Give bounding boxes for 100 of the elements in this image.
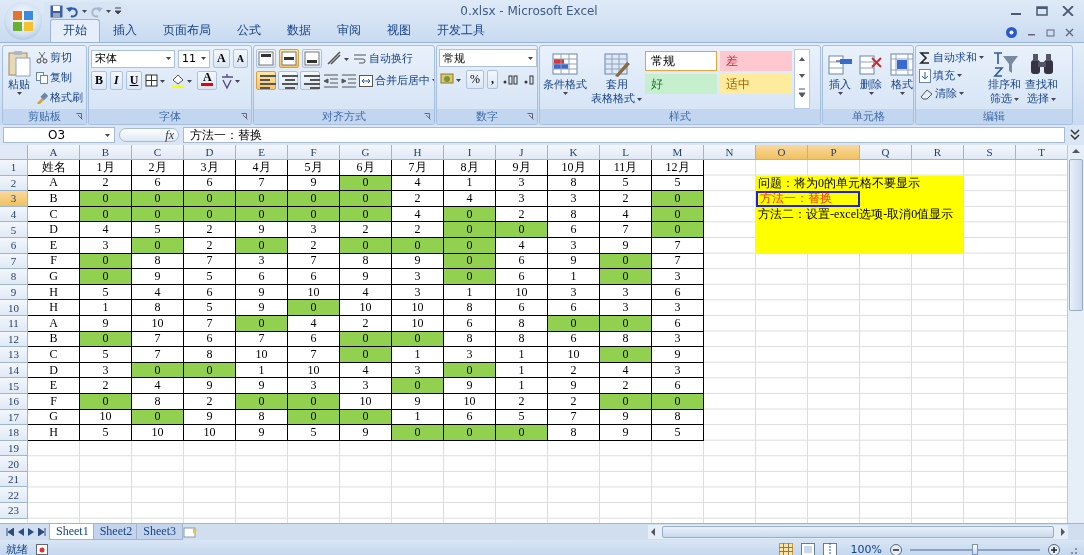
row-header[interactable]: 18	[0, 425, 28, 441]
table-cell: 6	[652, 378, 704, 394]
conditional-format-button[interactable]: 条件格式	[542, 49, 588, 109]
column-header[interactable]: J	[496, 145, 548, 160]
row-header[interactable]: 8	[0, 269, 28, 285]
column-header[interactable]: H	[392, 145, 444, 160]
column-header[interactable]: O	[756, 145, 808, 160]
table-cell: D	[28, 222, 80, 238]
row-header[interactable]: 10	[0, 300, 28, 316]
table-cell: 9	[340, 425, 392, 441]
italic-button[interactable]: I	[110, 71, 123, 90]
cells-action-button[interactable]: 删除	[856, 49, 886, 96]
font-name-dropdown[interactable]: 宋体	[91, 49, 175, 68]
font-size-dropdown[interactable]: 11	[178, 49, 210, 68]
table-cell: 3	[444, 347, 496, 363]
table-cell: 3	[600, 300, 652, 316]
insert-function-button[interactable]: fx	[119, 128, 179, 142]
table-cell: 3	[288, 222, 340, 238]
fill-button[interactable]: 填充	[918, 67, 985, 84]
group-label: 样式	[669, 109, 691, 124]
sort-filter-button[interactable]: 排序和 筛选	[987, 49, 1022, 109]
zoom-level[interactable]: 100%	[850, 543, 882, 555]
underline-button[interactable]: U	[125, 71, 143, 90]
table-cell: 1	[392, 347, 444, 363]
column-header[interactable]: C	[132, 145, 184, 160]
merge-center-button[interactable]: 合并后居中	[358, 72, 434, 89]
ribbon-tab[interactable]: 公式	[224, 19, 274, 42]
table-cell: 5	[184, 300, 236, 316]
ribbon-tab[interactable]: 数据	[274, 19, 324, 42]
row-header[interactable]: 15	[0, 378, 28, 394]
ribbon-tab[interactable]: 开始	[50, 19, 100, 42]
column-header[interactable]: F	[288, 145, 340, 160]
cells-action-button[interactable]: 插入	[825, 49, 855, 96]
column-header[interactable]: S	[964, 145, 1016, 160]
font-color-button[interactable]: A	[197, 71, 218, 90]
find-select-button[interactable]: 查找和 选择	[1024, 49, 1059, 109]
table-cell: 1月	[80, 160, 132, 176]
ribbon-tab[interactable]: 审阅	[324, 19, 374, 42]
cell-style-option[interactable]: 好	[645, 74, 717, 94]
column-header[interactable]: K	[548, 145, 600, 160]
column-header[interactable]: G	[340, 145, 392, 160]
table-cell: 9	[236, 222, 288, 238]
column-header[interactable]: Q	[860, 145, 912, 160]
row-header[interactable]: 13	[0, 347, 28, 363]
column-header[interactable]: A	[28, 145, 80, 160]
name-box[interactable]: O3	[3, 127, 115, 143]
bold-button[interactable]: B	[91, 71, 107, 90]
table-cell: 4	[132, 378, 184, 394]
formula-field[interactable]: 方法一：替换	[183, 127, 1065, 143]
row-header[interactable]: 3	[0, 191, 28, 207]
column-header[interactable]: L	[600, 145, 652, 160]
number-format-dropdown[interactable]: 常规	[439, 49, 537, 67]
row-header[interactable]: 5	[0, 222, 28, 238]
clipboard-action-button[interactable]: 剪切	[35, 49, 84, 66]
ribbon-tab[interactable]: 视图	[374, 19, 424, 42]
column-header[interactable]: P	[808, 145, 860, 160]
clear-button[interactable]: 清除	[918, 85, 985, 102]
sheet-tab[interactable]: Sheet3	[136, 524, 183, 540]
table-cell: 10月	[548, 160, 600, 176]
row-header[interactable]: 20	[0, 456, 28, 472]
wrap-text-button[interactable]: 自动换行	[352, 50, 414, 67]
column-header[interactable]: D	[184, 145, 236, 160]
grow-font-button[interactable]: A	[213, 49, 230, 68]
row-header[interactable]: 22	[0, 487, 28, 504]
column-header[interactable]: R	[912, 145, 964, 160]
paste-button[interactable]: 粘贴	[5, 49, 33, 109]
cell-style-option[interactable]: 常规	[645, 51, 717, 71]
column-header[interactable]: T	[1016, 145, 1067, 160]
sheet-tab[interactable]: Sheet1	[49, 524, 96, 540]
table-cell: 4	[80, 222, 132, 238]
row-header[interactable]: 1	[0, 160, 28, 176]
ribbon-tab[interactable]: 页面布局	[150, 19, 224, 42]
column-header[interactable]: I	[444, 145, 496, 160]
column-header[interactable]: B	[80, 145, 132, 160]
shrink-font-button[interactable]: A	[232, 49, 248, 68]
table-cell: 9	[236, 425, 288, 441]
table-cell: 1	[496, 378, 548, 394]
column-header[interactable]: E	[236, 145, 288, 160]
column-header[interactable]: M	[652, 145, 704, 160]
table-cell: 5	[652, 425, 704, 441]
clipboard-action-button[interactable]: 格式刷	[35, 89, 84, 106]
note-text: 方法一：替换	[756, 191, 860, 207]
autosum-button[interactable]: 自动求和	[918, 49, 985, 66]
ribbon-tab[interactable]: 开发工具	[424, 19, 498, 42]
note-text: 问题：将为0的单元格不要显示	[757, 175, 920, 192]
cell-style-option[interactable]: 适中	[720, 74, 792, 94]
cell-style-option[interactable]: 差	[720, 51, 792, 71]
format-as-table-button[interactable]: 套用 表格格式	[590, 49, 643, 109]
table-cell: 3	[340, 378, 392, 394]
table-cell: 11月	[600, 160, 652, 176]
percent-button[interactable]: %	[466, 70, 484, 89]
table-cell: 9	[444, 378, 496, 394]
ribbon-tab[interactable]: 插入	[100, 19, 150, 42]
clipboard-action-button[interactable]: 复制	[35, 69, 84, 86]
comma-button[interactable]: ,	[487, 70, 498, 89]
table-cell: 0	[288, 300, 340, 316]
column-header[interactable]: N	[704, 145, 756, 160]
row-header[interactable]: 23	[0, 503, 28, 519]
table-cell: 0	[132, 191, 184, 207]
window-title: 0.xlsx - Microsoft Excel	[459, 4, 599, 18]
